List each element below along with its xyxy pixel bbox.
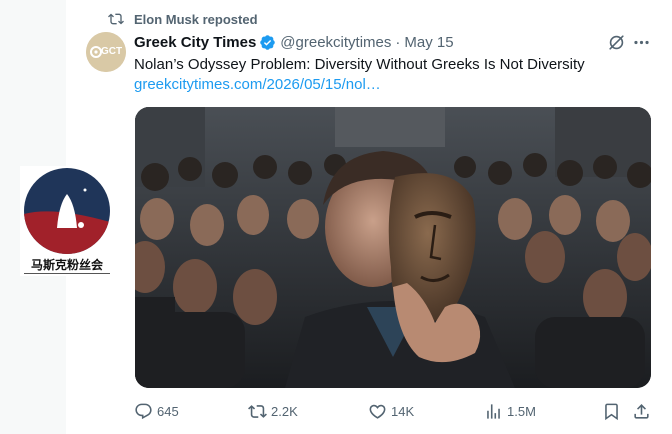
repost-icon <box>108 13 124 25</box>
more-options-icon[interactable] <box>632 33 651 52</box>
share-icon <box>634 403 649 419</box>
post-page: Elon Musk reposted GCT Greek City Times … <box>0 0 672 434</box>
heart-icon <box>369 404 386 419</box>
post-media-image[interactable] <box>135 107 651 388</box>
tweet-text: Nolan’s Odyssey Problem: Diversity Witho… <box>134 56 585 73</box>
repost-count: 2.2K <box>271 403 298 419</box>
verified-badge-icon <box>260 34 276 50</box>
tweet-link[interactable]: greekcitytimes.com/2026/05/15/nol… <box>134 75 654 94</box>
reply-icon <box>135 403 152 419</box>
post-header: Greek City Times @greekcitytimes · May 1… <box>134 32 454 52</box>
share-button[interactable] <box>632 400 655 422</box>
author-name[interactable]: Greek City Times <box>134 34 256 51</box>
like-button[interactable]: 14K <box>368 400 414 422</box>
rocket-logo-icon <box>24 168 110 254</box>
views-button[interactable]: 1.5M <box>484 400 536 422</box>
like-count: 14K <box>391 403 415 419</box>
crowd-mask-photo <box>135 107 651 388</box>
repost-action-icon <box>248 404 267 418</box>
repost-indicator[interactable]: Elon Musk reposted <box>108 10 258 28</box>
reply-button[interactable]: 645 <box>134 400 179 422</box>
grok-icon[interactable] <box>607 33 626 52</box>
views-chart-icon <box>487 403 500 419</box>
reply-count: 645 <box>157 403 179 419</box>
header-separator: · <box>395 33 401 51</box>
repost-text: Elon Musk reposted <box>134 11 258 27</box>
bookmark-button[interactable] <box>602 400 625 422</box>
views-count: 1.5M <box>507 403 536 419</box>
badge-text: 马斯克粉丝会 <box>30 258 103 272</box>
repost-button[interactable]: 2.2K <box>248 400 298 422</box>
post-date[interactable]: May 15 <box>404 34 453 51</box>
author-handle[interactable]: @greekcitytimes <box>280 34 391 51</box>
fan-club-badge: 马斯克粉丝会 <box>20 166 114 276</box>
post-actions: 645 2.2K 14K 1.5M <box>134 400 654 422</box>
bookmark-icon <box>605 403 618 420</box>
avatar-text: GCT <box>101 46 123 57</box>
author-avatar[interactable]: GCT <box>86 32 126 72</box>
badge-divider <box>24 273 110 274</box>
